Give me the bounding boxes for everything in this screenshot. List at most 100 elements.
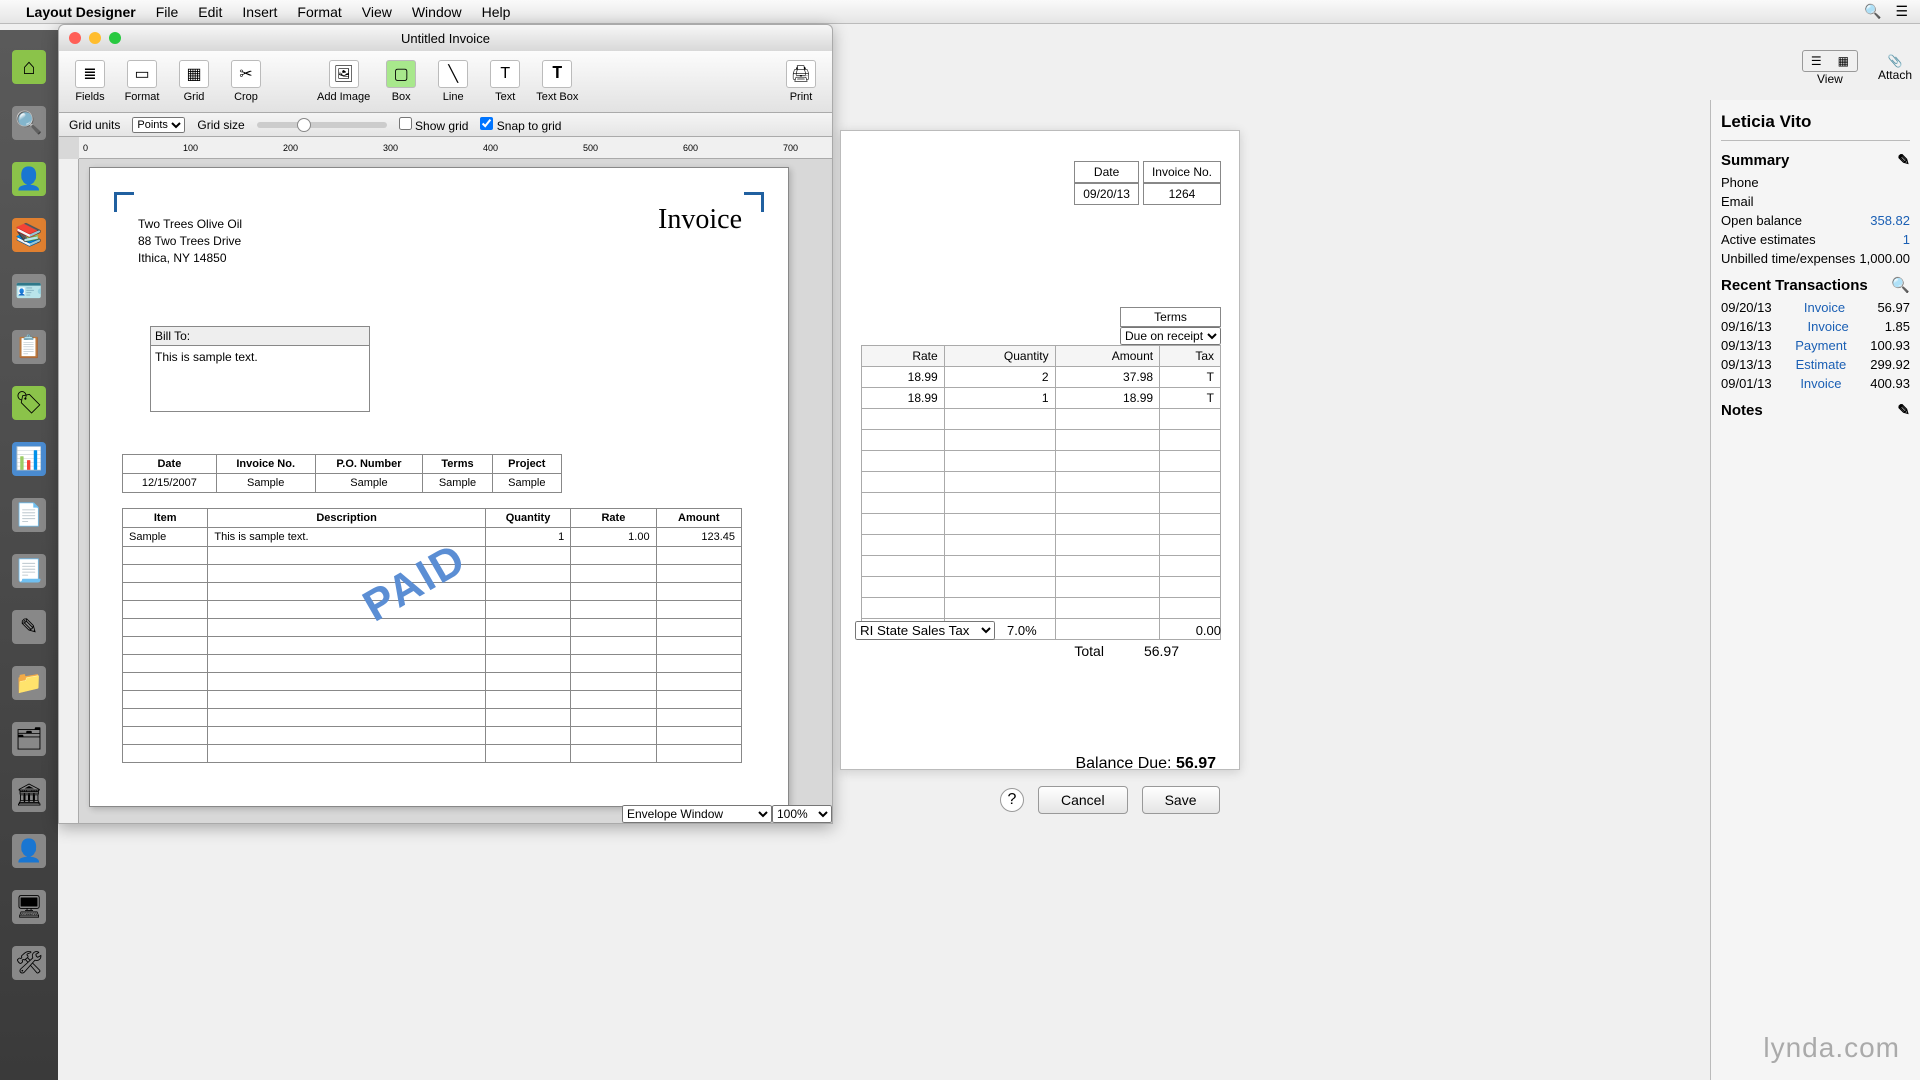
dock-clipboard-icon[interactable]: 📋 <box>12 330 46 364</box>
text-button[interactable]: TText <box>484 60 526 103</box>
invoice-no-label: Invoice No. <box>1143 161 1221 183</box>
zoom-select[interactable]: 100% <box>772 805 832 823</box>
list-item: 09/13/13Estimate299.92 <box>1721 357 1910 372</box>
company-block[interactable]: Two Trees Olive Oil 88 Two Trees Drive I… <box>138 216 242 266</box>
layout-designer-window: Untitled Invoice ≣Fields ▭Format ▦Grid ✂… <box>58 24 833 824</box>
dock-books-icon[interactable]: 📚 <box>12 218 46 252</box>
titlebar: Untitled Invoice <box>59 25 832 51</box>
dock-person-icon[interactable]: 👤 <box>12 834 46 868</box>
spotlight-icon[interactable]: 🔍 <box>1864 3 1881 20</box>
corner-mark-tl <box>114 192 134 212</box>
crop-button[interactable]: ✂Crop <box>225 60 267 103</box>
dock-doc-icon[interactable]: 📄 <box>12 498 46 532</box>
recent-heading: Recent Transactions <box>1721 277 1868 294</box>
textbox-button[interactable]: 𝐓Text Box <box>536 60 578 103</box>
fields-button[interactable]: ≣Fields <box>69 60 111 103</box>
envelope-select[interactable]: Envelope Window <box>622 805 772 823</box>
app-menu[interactable]: Layout Designer <box>26 4 136 20</box>
dock-stack-icon[interactable]: 🗂 <box>12 722 46 756</box>
balance-due: Balance Due: 56.97 <box>840 755 1240 773</box>
grid-size-slider[interactable] <box>257 122 387 128</box>
dock-page-icon[interactable]: 📃 <box>12 554 46 588</box>
date-value[interactable]: 09/20/13 <box>1074 183 1139 205</box>
menu-edit[interactable]: Edit <box>198 4 222 20</box>
menu-file[interactable]: File <box>156 4 179 20</box>
edit-notes-icon[interactable]: ✎ <box>1897 401 1910 419</box>
zoom-icon[interactable] <box>109 32 121 44</box>
active-estimates-link[interactable]: 1 <box>1903 232 1910 247</box>
view-label: View <box>1802 72 1858 86</box>
left-dock: ⌂ 🔍 👤 📚 🪪 📋 🏷 📊 📄 📃 ✎ 📁 🗂 🏛 👤 🖥 🛠 <box>0 30 58 1080</box>
list-item: 09/16/13Invoice1.85 <box>1721 319 1910 334</box>
edit-summary-icon[interactable]: ✎ <box>1897 151 1910 169</box>
dock-bank-icon[interactable]: 🏛 <box>12 778 46 812</box>
view-toggle[interactable]: ☰▦ <box>1802 50 1858 72</box>
invoice-heading[interactable]: Invoice <box>658 204 742 236</box>
dock-tools-icon[interactable]: 🛠 <box>12 946 46 980</box>
grid-units-select[interactable]: Points <box>132 117 185 133</box>
total-label: Total <box>1074 643 1104 659</box>
table-row: 18.99 2 37.98 T <box>862 367 1221 388</box>
side-toolbar: ☰▦ View 📎 Attach <box>1802 50 1912 86</box>
canvas-area: 0 100 200 300 400 500 600 700 Two Trees … <box>59 137 832 823</box>
attach-icon[interactable]: 📎 <box>1878 54 1912 68</box>
dock-edit-icon[interactable]: ✎ <box>12 610 46 644</box>
dock-id-icon[interactable]: 🪪 <box>12 274 46 308</box>
print-button[interactable]: 🖨Print <box>780 60 822 103</box>
menu-window[interactable]: Window <box>412 4 462 20</box>
table-row: 18.99 1 18.99 T <box>862 388 1221 409</box>
corner-mark-tr <box>744 192 764 212</box>
minimize-icon[interactable] <box>89 32 101 44</box>
menu-extras-icon[interactable]: ☰ <box>1895 3 1908 20</box>
search-trans-icon[interactable]: 🔍 <box>1891 276 1910 294</box>
invoice-no-value[interactable]: 1264 <box>1143 183 1221 205</box>
help-button[interactable]: ? <box>1000 788 1024 812</box>
format-button[interactable]: ▭Format <box>121 60 163 103</box>
show-grid-check[interactable]: Show grid <box>399 117 469 133</box>
menu-view[interactable]: View <box>362 4 392 20</box>
dock-folder-icon[interactable]: 📁 <box>12 666 46 700</box>
vertical-ruler <box>59 159 79 823</box>
attach-label: Attach <box>1878 68 1912 82</box>
tax-select[interactable]: RI State Sales Tax <box>855 621 995 640</box>
grid-button[interactable]: ▦Grid <box>173 60 215 103</box>
menu-help[interactable]: Help <box>482 4 511 20</box>
canvas-bottombar: Envelope Window 100% <box>622 805 832 823</box>
list-item: 09/01/13Invoice400.93 <box>1721 376 1910 391</box>
dock-user-icon[interactable]: 👤 <box>12 162 46 196</box>
window-title: Untitled Invoice <box>401 31 490 46</box>
brand-watermark: lynda.com <box>1763 1032 1900 1064</box>
dock-tag-icon[interactable]: 🏷 <box>12 386 46 420</box>
invoice-entry-panel: Date 09/20/13 Invoice No. 1264 Terms Due… <box>840 130 1240 770</box>
grid-units-label: Grid units <box>69 118 120 132</box>
menubar: Layout Designer File Edit Insert Format … <box>0 0 1920 24</box>
list-item: 09/13/13Payment100.93 <box>1721 338 1910 353</box>
line-button[interactable]: ╲Line <box>432 60 474 103</box>
close-icon[interactable] <box>69 32 81 44</box>
save-button[interactable]: Save <box>1142 786 1220 814</box>
invoice-page[interactable]: Two Trees Olive Oil 88 Two Trees Drive I… <box>89 167 789 807</box>
customer-sidebar: Leticia Vito Summary✎ Phone Email Open b… <box>1710 100 1920 1080</box>
total-value: 56.97 <box>1144 643 1179 659</box>
menu-insert[interactable]: Insert <box>242 4 277 20</box>
horizontal-ruler: 0 100 200 300 400 500 600 700 <box>79 137 832 159</box>
dock-home-icon[interactable]: ⌂ <box>12 50 46 84</box>
dock-monitor-icon[interactable]: 🖥 <box>12 890 46 924</box>
tax-rate: 7.0% <box>1007 623 1037 638</box>
open-balance-link[interactable]: 358.82 <box>1870 213 1910 228</box>
grid-size-label: Grid size <box>197 118 244 132</box>
bill-to-field[interactable]: Bill To: This is sample text. <box>150 326 370 412</box>
menu-format[interactable]: Format <box>297 4 341 20</box>
box-button[interactable]: ▢Box <box>380 60 422 103</box>
customer-name: Leticia Vito <box>1721 112 1910 132</box>
header-table[interactable]: Date Invoice No. P.O. Number Terms Proje… <box>122 454 562 493</box>
options-bar: Grid units Points Grid size Show grid Sn… <box>59 113 832 137</box>
dock-search-icon[interactable]: 🔍 <box>12 106 46 140</box>
snap-grid-check[interactable]: Snap to grid <box>480 117 561 133</box>
terms-select[interactable]: Due on receipt <box>1120 327 1221 345</box>
cancel-button[interactable]: Cancel <box>1038 786 1128 814</box>
amounts-table[interactable]: Rate Quantity Amount Tax 18.99 2 37.98 T… <box>861 345 1221 640</box>
add-image-button[interactable]: 🖼Add Image <box>317 60 370 103</box>
tax-amount: 0.00 <box>1196 623 1221 638</box>
dock-chart-icon[interactable]: 📊 <box>12 442 46 476</box>
